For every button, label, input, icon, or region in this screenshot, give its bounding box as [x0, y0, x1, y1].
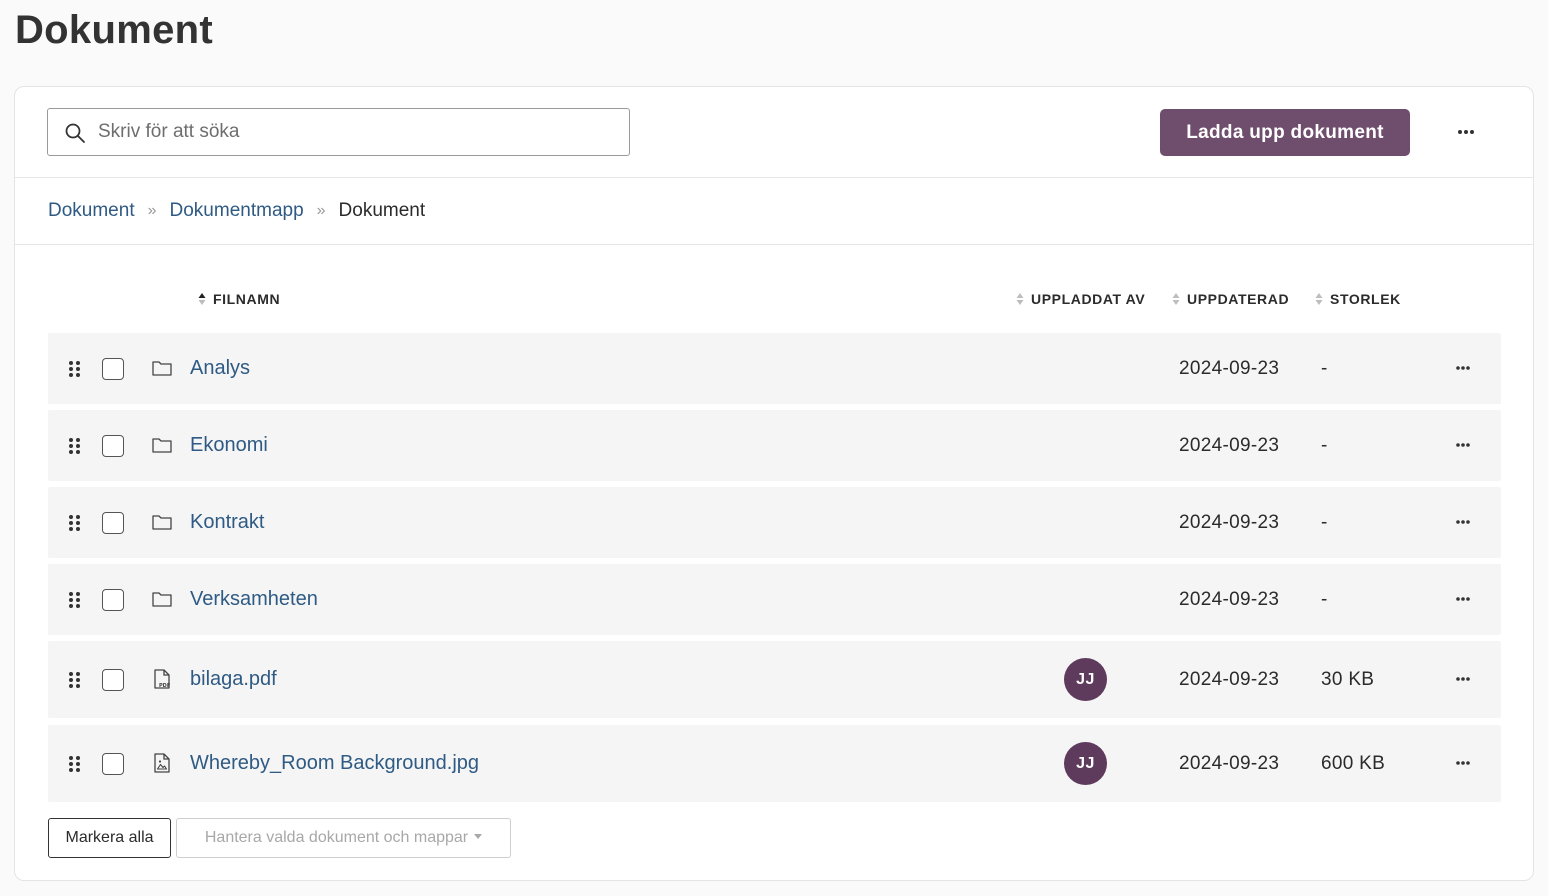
file-size: - — [1321, 589, 1328, 610]
breadcrumb-current: Dokument — [338, 200, 426, 221]
file-size: - — [1321, 512, 1328, 533]
column-header-filename[interactable]: FILNAMN — [198, 291, 280, 307]
row-checkbox[interactable] — [102, 435, 124, 457]
ellipsis-icon — [1458, 130, 1474, 134]
folder-icon — [152, 438, 172, 453]
drag-handle-icon[interactable] — [68, 671, 82, 689]
ellipsis-icon — [1456, 677, 1470, 681]
column-label: STORLEK — [1330, 291, 1401, 307]
search-input[interactable] — [98, 109, 618, 155]
table-row: Kontrakt 2024-09-23 - — [48, 487, 1501, 558]
image-file-icon — [154, 753, 170, 773]
more-options-button[interactable] — [1451, 119, 1481, 145]
sort-icon — [1016, 293, 1024, 305]
breadcrumb-link-dokument[interactable]: Dokument — [48, 200, 135, 222]
folder-icon — [152, 592, 172, 607]
updated-date: 2024-09-23 — [1179, 669, 1280, 690]
avatar: JJ — [1064, 658, 1107, 701]
updated-date: 2024-09-23 — [1179, 435, 1280, 456]
sort-icon — [1315, 293, 1323, 305]
row-checkbox[interactable] — [102, 589, 124, 611]
column-label: UPPDATERAD — [1187, 291, 1290, 307]
column-header-uploaded-by[interactable]: UPPLADDAT AV — [1016, 291, 1145, 307]
breadcrumb-bar: Dokument » Dokumentmapp » Dokument — [15, 178, 1533, 245]
table-header: FILNAMN UPPLADDAT AV UPPDATERAD STORLEK — [48, 285, 1501, 315]
ellipsis-icon — [1456, 520, 1470, 524]
row-more-button[interactable] — [1448, 669, 1478, 689]
table-row: Verksamheten 2024-09-23 - — [48, 564, 1501, 635]
page-title: Dokument — [15, 8, 213, 52]
breadcrumb-separator-icon: » — [147, 202, 157, 219]
updated-date: 2024-09-23 — [1179, 512, 1280, 533]
file-name-link[interactable]: Kontrakt — [190, 511, 264, 534]
column-header-updated[interactable]: UPPDATERAD — [1172, 291, 1289, 307]
file-name-link[interactable]: Ekonomi — [190, 434, 268, 457]
column-label: FILNAMN — [213, 291, 281, 307]
table-row: Ekonomi 2024-09-23 - — [48, 410, 1501, 481]
row-more-button[interactable] — [1448, 435, 1478, 455]
updated-date: 2024-09-23 — [1179, 589, 1280, 610]
search-icon — [65, 123, 85, 143]
breadcrumb-link-dokumentmapp[interactable]: Dokumentmapp — [170, 200, 304, 222]
folder-icon — [152, 515, 172, 530]
column-label: UPPLADDAT AV — [1031, 291, 1146, 307]
drag-handle-icon[interactable] — [68, 591, 82, 609]
select-all-button[interactable]: Markera alla — [48, 818, 171, 858]
row-more-button[interactable] — [1448, 589, 1478, 609]
row-more-button[interactable] — [1448, 358, 1478, 378]
toolbar: Ladda upp dokument — [15, 87, 1533, 178]
file-name-link[interactable]: Analys — [190, 357, 250, 380]
drag-handle-icon[interactable] — [68, 755, 82, 773]
bulk-actions: Markera alla Hantera valda dokument och … — [48, 818, 511, 858]
manage-selected-label: Hantera valda dokument och mappar — [204, 829, 469, 846]
sort-ascending-icon — [198, 293, 206, 305]
updated-date: 2024-09-23 — [1179, 753, 1280, 774]
upload-document-button[interactable]: Ladda upp dokument — [1160, 109, 1410, 156]
column-header-size[interactable]: STORLEK — [1315, 291, 1401, 307]
row-checkbox[interactable] — [102, 669, 124, 691]
pdf-file-icon: PDF — [154, 669, 170, 689]
documents-card: Ladda upp dokument Dokument » Dokumentma… — [14, 86, 1534, 881]
manage-selected-dropdown[interactable]: Hantera valda dokument och mappar — [176, 818, 511, 858]
ellipsis-icon — [1456, 597, 1470, 601]
file-size: 30 KB — [1321, 669, 1375, 690]
file-size: - — [1321, 358, 1328, 379]
sort-icon — [1172, 293, 1180, 305]
ellipsis-icon — [1456, 366, 1470, 370]
row-checkbox[interactable] — [102, 512, 124, 534]
drag-handle-icon[interactable] — [68, 360, 82, 378]
table-row: Whereby_Room Background.jpg JJ 2024-09-2… — [48, 725, 1501, 802]
file-name-link[interactable]: bilaga.pdf — [190, 668, 277, 691]
search-box[interactable] — [47, 108, 630, 156]
table-row: Analys 2024-09-23 - — [48, 333, 1501, 404]
row-checkbox[interactable] — [102, 753, 124, 775]
ellipsis-icon — [1456, 761, 1470, 765]
row-more-button[interactable] — [1448, 753, 1478, 773]
drag-handle-icon[interactable] — [68, 514, 82, 532]
updated-date: 2024-09-23 — [1179, 358, 1280, 379]
file-size: 600 KB — [1321, 753, 1386, 774]
table-row: PDF bilaga.pdf JJ 2024-09-23 30 KB — [48, 641, 1501, 718]
breadcrumb-separator-icon: » — [316, 202, 326, 219]
drag-handle-icon[interactable] — [68, 437, 82, 455]
svg-text:PDF: PDF — [159, 683, 170, 689]
file-size: - — [1321, 435, 1328, 456]
avatar: JJ — [1064, 742, 1107, 785]
row-more-button[interactable] — [1448, 512, 1478, 532]
folder-icon — [152, 361, 172, 376]
breadcrumb: Dokument » Dokumentmapp » Dokument — [48, 200, 425, 222]
file-name-link[interactable]: Verksamheten — [190, 588, 318, 611]
row-checkbox[interactable] — [102, 358, 124, 380]
file-name-link[interactable]: Whereby_Room Background.jpg — [190, 752, 479, 775]
ellipsis-icon — [1456, 443, 1470, 447]
caret-down-icon — [474, 833, 483, 839]
